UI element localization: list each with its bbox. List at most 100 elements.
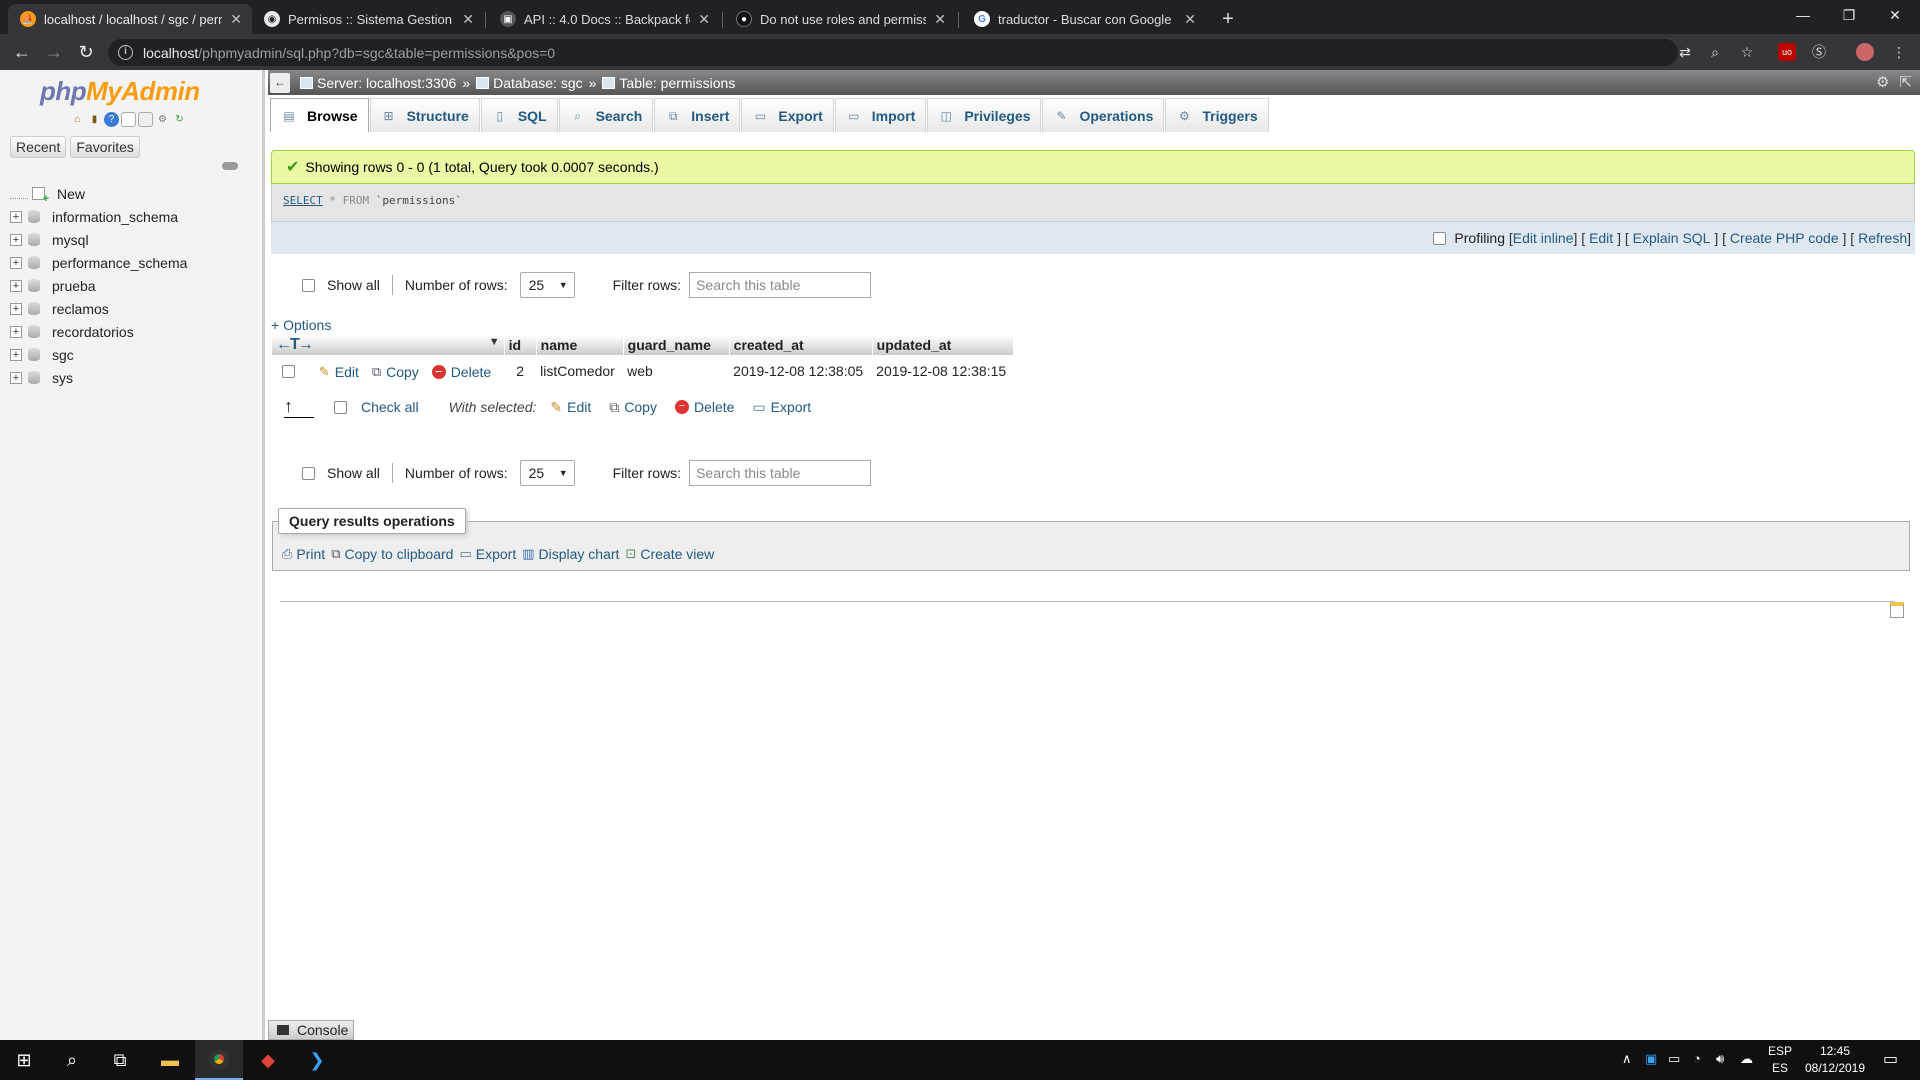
zoom-icon[interactable]: ⌕ [1706,43,1724,61]
show-all-label[interactable]: Show all [327,277,380,293]
database-name[interactable]: sys [52,370,73,386]
logout-icon[interactable]: ▮ [87,112,102,127]
row-copy-button[interactable]: ⧉ Copy [372,364,419,380]
back-button[interactable]: ← [8,38,36,66]
show-all-checkbox[interactable] [302,466,315,480]
column-header-updated-at[interactable]: updated_at [872,335,1014,355]
column-header-created-at[interactable]: created_at [729,335,873,355]
bulk-edit-link[interactable]: Edit [567,399,591,415]
column-header-name[interactable]: name [536,335,624,355]
row-edit-link[interactable]: Edit [335,364,359,380]
console-toggle[interactable]: Console [268,1020,354,1040]
clock[interactable]: 12:45 08/12/2019 [1795,1043,1875,1077]
database-name[interactable]: reclamos [52,301,109,317]
link-with-main-panel-icon[interactable] [222,162,238,170]
tree-item-new[interactable]: New [10,182,187,205]
sql-select-keyword[interactable]: SELECT [283,194,323,207]
tab-triggers[interactable]: ⚙ Triggers [1165,98,1269,132]
bulk-export-link[interactable]: Export [771,399,811,415]
explain-sql-link[interactable]: Explain SQL [1633,230,1711,246]
expand-icon[interactable]: + [10,302,22,315]
skype-extension-icon[interactable]: Ⓢ [1810,43,1828,61]
breadcrumb-database[interactable]: Database: sgc [493,75,583,91]
edit-inline-link[interactable]: Edit inline [1513,230,1574,246]
address-bar[interactable]: i localhost /phpmyadmin/sql.php?db=sgc&t… [108,39,1678,66]
expand-icon[interactable]: + [10,256,22,269]
collapse-top-icon[interactable]: ⇱ [1899,73,1912,91]
info-icon[interactable]: i [118,45,133,60]
copy-to-clipboard-button[interactable]: ⧉ Copy to clipboard [331,546,453,562]
home-icon[interactable]: ⌂ [70,112,85,127]
create-view-button[interactable]: ⊡ Create view [625,546,714,562]
settings-gear-icon[interactable]: ⚙ [1876,73,1889,91]
bulk-copy-link[interactable]: Copy [624,399,657,415]
show-all-checkbox[interactable] [302,278,315,292]
tree-item-database[interactable]: + reclamos [10,297,187,320]
bulk-copy-button[interactable]: ⧉ Copy [609,399,657,416]
tree-item-database[interactable]: + sys [10,366,187,389]
translate-icon[interactable]: ⇄ [1676,43,1694,61]
check-all-checkbox[interactable] [334,400,347,414]
close-icon[interactable]: ✕ [230,11,242,28]
search-icon[interactable]: ⌕ [48,1040,96,1080]
sort-dropdown-icon[interactable]: ▼ [489,336,500,348]
close-icon[interactable]: ✕ [698,11,710,28]
recent-button[interactable]: Recent [10,136,67,158]
close-icon[interactable]: ✕ [1184,11,1196,28]
tab-sql[interactable]: ▯ SQL [480,98,558,132]
cell-id[interactable]: 2 [504,355,537,387]
browser-tab-github[interactable]: ● Do not use roles and permission ✕ [724,4,956,34]
git-icon[interactable]: ◆ [244,1040,292,1080]
new-tab-button[interactable]: + [1215,6,1241,32]
breadcrumb-table[interactable]: Table: permissions [619,75,735,91]
database-name[interactable]: mysql [52,232,89,248]
tree-item-database[interactable]: + information_schema [10,205,187,228]
tab-privileges[interactable]: ◫ Privileges [927,98,1042,132]
export-button[interactable]: ▭ Export [459,546,516,562]
docs-icon[interactable] [121,112,136,127]
gear-icon[interactable]: ⚙ [155,112,170,127]
print-link[interactable]: Print [296,546,325,562]
check-all-link[interactable]: Check all [361,399,419,415]
tray-app-icon[interactable]: ▣ [1645,1051,1657,1067]
number-of-rows-select[interactable]: 25 ▼ [519,460,575,486]
window-close-button[interactable]: ✕ [1872,0,1918,30]
close-icon[interactable]: ✕ [462,11,474,28]
task-view-icon[interactable]: ⧉ [96,1040,144,1080]
row-edit-button[interactable]: ✎ Edit [319,364,359,380]
file-explorer-icon[interactable]: ▬ [146,1040,194,1080]
bulk-delete-link[interactable]: Delete [694,399,734,415]
chrome-icon[interactable] [195,1040,243,1080]
show-all-label[interactable]: Show all [327,465,380,481]
tab-operations[interactable]: ✎ Operations [1042,98,1165,132]
tab-search[interactable]: ⌕ Search [558,98,654,132]
collapse-navigation-button[interactable]: ← [270,72,290,93]
profiling-checkbox[interactable] [1433,231,1447,245]
profile-avatar[interactable] [1856,43,1874,61]
tab-export[interactable]: ▭ Export [741,98,834,132]
edit-link[interactable]: Edit [1589,230,1613,246]
bulk-export-button[interactable]: ▭ Export [752,399,811,416]
tree-item-database[interactable]: + mysql [10,228,187,251]
phpmyadmin-logo[interactable]: phpMyAdmin [40,76,200,107]
arrows-icon[interactable]: ←T→ [276,336,314,353]
chevron-up-icon[interactable]: ∧ [1622,1051,1632,1067]
minimize-button[interactable]: — [1780,0,1826,30]
column-header-guard-name[interactable]: guard_name [623,335,730,355]
expand-icon[interactable]: + [10,210,22,223]
display-chart-link[interactable]: Display chart [539,546,620,562]
cell-name[interactable]: listComedor [536,355,624,387]
row-delete-button[interactable]: − Delete [431,364,491,380]
notifications-icon[interactable]: ▭ [1883,1049,1898,1069]
options-toggle-link[interactable]: + Options [271,317,331,333]
reload-button[interactable]: ↻ [72,38,100,66]
maximize-button[interactable]: ❐ [1826,0,1872,30]
row-copy-link[interactable]: Copy [386,364,419,380]
display-chart-button[interactable]: ▥ Display chart [522,546,619,562]
tab-browse[interactable]: ▤ Browse [270,98,369,132]
tree-item-database[interactable]: + prueba [10,274,187,297]
battery-icon[interactable]: ▭ [1668,1051,1680,1067]
tab-insert[interactable]: ⧉ Insert [654,98,741,132]
browser-tab-google[interactable]: G traductor - Buscar con Google ✕ [962,4,1206,34]
expand-icon[interactable]: + [10,348,22,361]
